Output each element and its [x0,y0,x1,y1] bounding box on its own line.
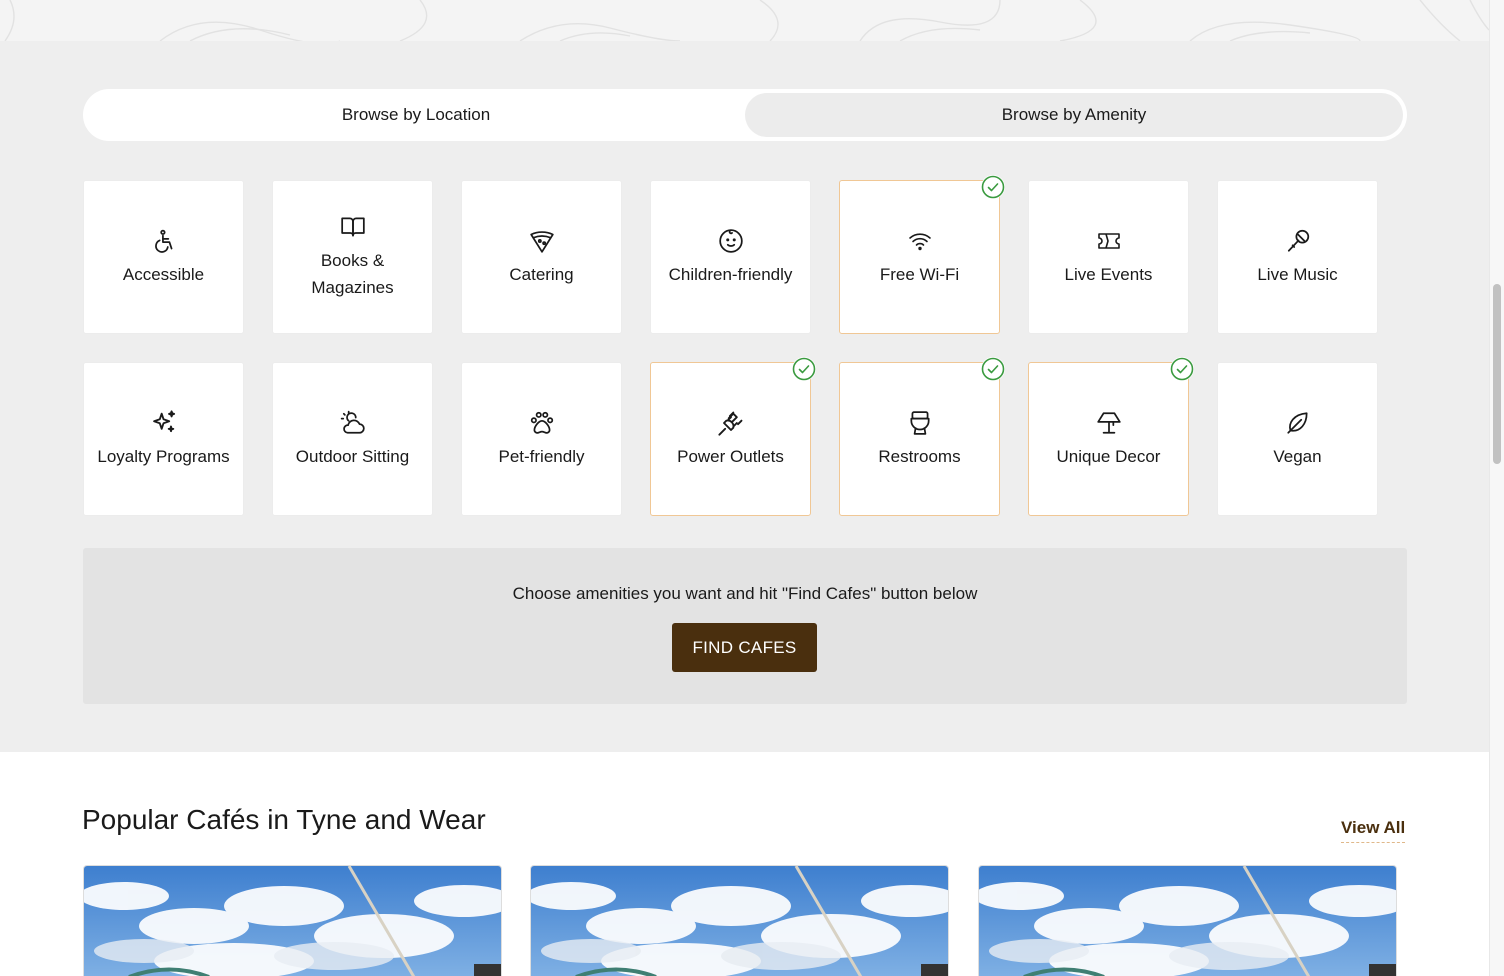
cafe-card[interactable] [978,865,1397,976]
amenity-label: Accessible [122,264,205,284]
sparkles-icon [150,409,178,437]
amenity-label: Restrooms [878,446,961,466]
amenity-card-catering[interactable]: Catering [461,180,622,334]
amenity-card-free-wifi[interactable]: Free Wi-Fi [839,175,1005,334]
amenity-card-power-outlets[interactable]: Power Outlets [650,357,816,516]
topographic-pattern [4,0,1489,41]
amenity-card-pet-friendly[interactable]: Pet-friendly [461,362,622,516]
browse-tabs: Browse by Location Browse by Amenity [83,89,1407,141]
popular-cafes-title: Popular Cafés in Tyne and Wear [82,804,486,835]
amenity-card-outdoor-sitting[interactable]: Outdoor Sitting [272,362,433,516]
amenity-label: Vegan [1273,446,1322,466]
cafe-card[interactable] [530,865,949,976]
amenity-card-vegan[interactable]: Vegan [1217,362,1378,516]
find-cafes-panel: Choose amenities you want and hit "Find … [83,548,1407,704]
amenity-label: Catering [509,264,574,284]
amenity-card-children-friendly[interactable]: Children-friendly [650,180,811,334]
find-cafes-button[interactable]: FIND CAFES [672,623,817,672]
selected-check-icon [981,357,1005,381]
amenity-browser: Browse by Location Browse by Amenity Acc… [0,41,1489,752]
selected-check-icon [792,357,816,381]
plug-icon [717,409,745,437]
scrollbar-thumb[interactable] [1493,284,1501,464]
amenity-card-live-events[interactable]: Live Events [1028,180,1189,334]
amenity-label: Power Outlets [677,446,784,466]
baby-face-icon [717,227,745,255]
tyne-bridge-photo [979,866,1396,976]
page-scrollbar[interactable] [1489,0,1504,976]
amenity-label: Unique Decor [1056,446,1161,466]
amenity-card-accessible[interactable]: Accessible [83,180,244,334]
selected-check-icon [981,175,1005,199]
tab-browse-by-location[interactable]: Browse by Location [87,93,745,137]
amenity-label: Live Music [1257,264,1338,284]
amenity-label: Pet-friendly [498,446,585,466]
paw-icon [528,409,556,437]
pizza-slice-icon [528,227,556,255]
amenity-card-loyalty-programs[interactable]: Loyalty Programs [83,362,244,516]
amenity-card-live-music[interactable]: Live Music [1217,180,1378,334]
cta-instructions: Choose amenities you want and hit "Find … [512,584,978,603]
wheelchair-icon [150,227,178,255]
tab-browse-by-amenity[interactable]: Browse by Amenity [745,93,1403,137]
amenity-label: Free Wi-Fi [879,264,960,284]
wifi-icon [906,227,934,255]
cafe-card[interactable] [83,865,502,976]
amenity-card-unique-decor[interactable]: Unique Decor [1028,357,1194,516]
selected-check-icon [1170,357,1194,381]
sun-cloud-icon [339,409,367,437]
toilet-icon [906,409,934,437]
amenity-card-restrooms[interactable]: Restrooms [839,357,1005,516]
lamp-icon [1095,409,1123,437]
hero-banner-bottom [0,0,1489,41]
amenity-card-books-magazines[interactable]: Books & Magazines [272,180,433,334]
leaf-icon [1284,409,1312,437]
view-all-link[interactable]: View All [1341,818,1406,843]
amenity-label: Children-friendly [668,264,793,284]
tyne-bridge-photo [84,866,501,976]
amenity-label: Loyalty Programs [97,446,230,466]
ticket-icon [1095,227,1123,255]
amenity-label: Live Events [1064,264,1153,284]
amenity-label: Books & Magazines [311,251,394,297]
book-icon [339,213,367,241]
tyne-bridge-photo [531,866,948,976]
amenity-label: Outdoor Sitting [295,446,410,466]
microphone-icon [1284,227,1312,255]
